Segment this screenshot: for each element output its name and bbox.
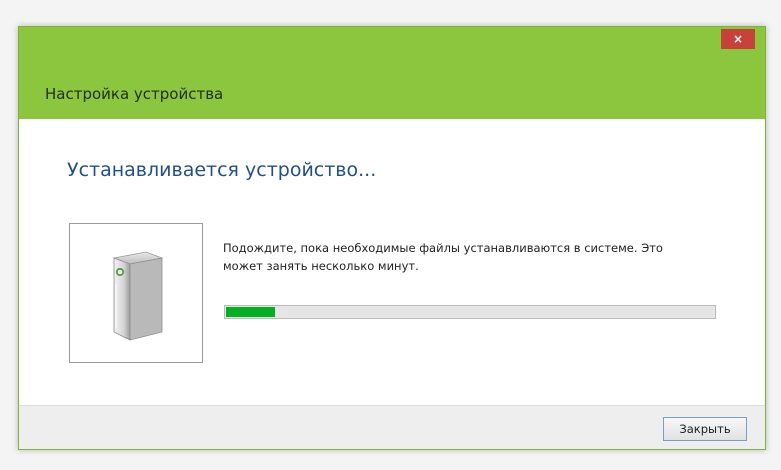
page-heading: Устанавливается устройство... [67,159,377,181]
device-image-frame [69,223,203,363]
dialog-footer: Закрыть [19,405,765,449]
device-tower-icon [112,251,164,341]
dialog-window: × Настройка устройства Устанавливается у… [18,26,766,450]
progress-fill [226,307,275,317]
close-window-button[interactable]: × [721,29,755,49]
install-progress-bar [224,305,716,319]
close-button[interactable]: Закрыть [663,417,747,441]
status-message: Подождите, пока необходимые файлы устана… [223,241,663,273]
page: × Настройка устройства Устанавливается у… [0,0,781,470]
dialog-content: Устанавливается устройство... Подождите,… [19,119,765,405]
window-title: Настройка устройства [45,85,224,103]
